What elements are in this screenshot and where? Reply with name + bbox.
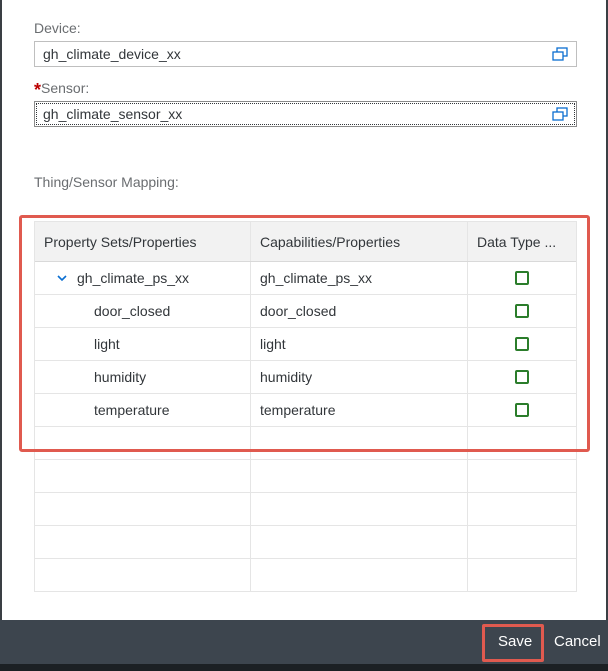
checkbox[interactable] — [515, 271, 529, 285]
device-input[interactable]: gh_climate_device_xx — [34, 41, 577, 67]
left-window-edge — [0, 0, 2, 671]
table-row[interactable]: temperature temperature — [35, 394, 576, 427]
data-type-cell — [468, 262, 576, 294]
table-row[interactable]: light light — [35, 328, 576, 361]
table-header-row: Property Sets/Properties Capabilities/Pr… — [35, 222, 576, 262]
table-row[interactable]: gh_climate_ps_xx gh_climate_ps_xx — [35, 262, 576, 295]
value-help-icon[interactable] — [552, 107, 568, 122]
checkbox[interactable] — [515, 370, 529, 384]
capability-cell: temperature — [251, 394, 468, 426]
cancel-button[interactable]: Cancel — [554, 620, 601, 664]
mapping-section-label: Thing/Sensor Mapping: — [34, 174, 179, 190]
property-cell: temperature — [35, 394, 251, 426]
required-marker: * — [34, 80, 42, 100]
empty-table-row — [35, 493, 576, 526]
checkbox[interactable] — [515, 304, 529, 318]
sensor-input[interactable]: gh_climate_sensor_xx — [34, 101, 577, 127]
empty-table-row — [35, 460, 576, 493]
device-label: Device: — [34, 20, 81, 36]
capability-cell: gh_climate_ps_xx — [251, 262, 468, 294]
capability-cell: light — [251, 328, 468, 360]
mapping-table: Property Sets/Properties Capabilities/Pr… — [34, 221, 577, 592]
checkbox[interactable] — [515, 403, 529, 417]
capability-cell: humidity — [251, 361, 468, 393]
value-help-icon[interactable] — [552, 47, 568, 62]
sensor-label-text: Sensor: — [41, 80, 90, 96]
data-type-cell — [468, 295, 576, 327]
table-row[interactable]: door_closed door_closed — [35, 295, 576, 328]
column-header-property-sets[interactable]: Property Sets/Properties — [35, 222, 251, 261]
dialog-footer: Save Cancel — [0, 620, 608, 664]
table-row[interactable]: humidity humidity — [35, 361, 576, 394]
property-cell: humidity — [35, 361, 251, 393]
column-header-data-type[interactable]: Data Type ... — [468, 222, 576, 261]
column-header-capabilities[interactable]: Capabilities/Properties — [251, 222, 468, 261]
chevron-down-icon[interactable] — [55, 271, 69, 285]
data-type-cell — [468, 361, 576, 393]
capability-cell: door_closed — [251, 295, 468, 327]
property-cell: door_closed — [35, 295, 251, 327]
property-name: gh_climate_ps_xx — [77, 270, 190, 286]
empty-table-row — [35, 526, 576, 559]
empty-table-row — [35, 559, 576, 592]
property-cell: light — [35, 328, 251, 360]
property-cell: gh_climate_ps_xx — [35, 262, 251, 294]
empty-table-row — [35, 427, 576, 460]
data-type-cell — [468, 394, 576, 426]
sensor-label: *Sensor: — [34, 80, 90, 99]
bottom-bar — [0, 664, 608, 671]
data-type-cell — [468, 328, 576, 360]
sensor-input-value: gh_climate_sensor_xx — [43, 106, 183, 122]
device-input-value: gh_climate_device_xx — [43, 46, 181, 62]
save-button[interactable]: Save — [498, 620, 532, 664]
checkbox[interactable] — [515, 337, 529, 351]
